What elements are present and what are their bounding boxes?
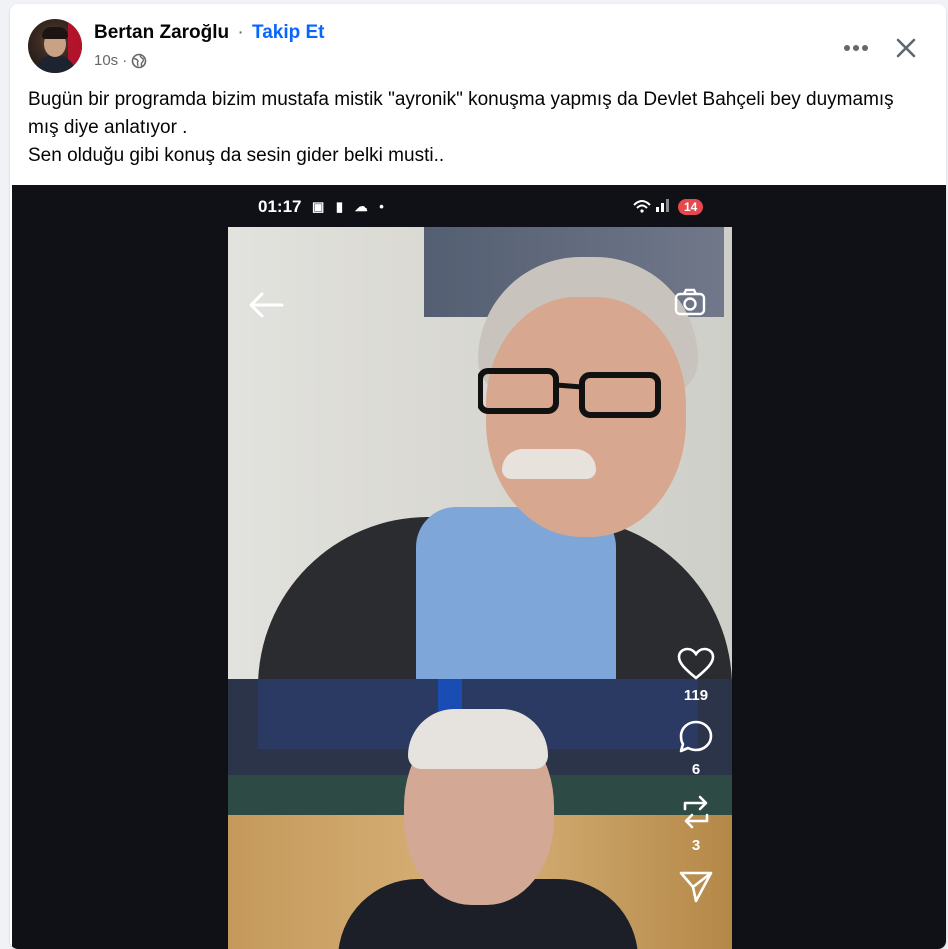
status-time: 01:17 xyxy=(258,197,302,216)
phone-status-bar: 01:17 ▣ ▮ ☁ • 14 xyxy=(228,185,732,227)
heart-icon[interactable] xyxy=(677,647,715,681)
repost-count: 3 xyxy=(691,837,701,854)
more-horizontal-icon xyxy=(844,45,868,51)
post-media[interactable]: 01:17 ▣ ▮ ☁ • 14 119 6 3 xyxy=(12,185,946,949)
camera-switch-icon[interactable] xyxy=(674,287,706,317)
post-time[interactable]: 10s xyxy=(94,52,118,69)
more-options-button[interactable] xyxy=(840,32,872,64)
phone-screenshot: 01:17 ▣ ▮ ☁ • 14 119 6 3 xyxy=(228,185,732,949)
close-button[interactable] xyxy=(888,30,924,66)
battery-badge: 14 xyxy=(678,199,704,215)
globe-icon[interactable] xyxy=(131,53,147,69)
like-count: 119 xyxy=(683,687,709,704)
status-icons: ▣ ▮ ☁ • xyxy=(312,199,388,214)
name-separator: · xyxy=(237,22,244,43)
video-top-frame xyxy=(228,227,732,679)
avatar[interactable] xyxy=(28,19,82,73)
follow-button[interactable]: Takip Et xyxy=(252,22,325,43)
avatar-hair xyxy=(42,27,68,39)
post-card: Bertan Zaroğlu · Takip Et 10s · Bugün bi… xyxy=(10,4,946,949)
person2-hair xyxy=(408,709,548,769)
signal-icon xyxy=(632,197,672,216)
post-meta: 10s · xyxy=(94,52,147,69)
author-row: Bertan Zaroğlu · Takip Et xyxy=(94,22,325,44)
person1-mustache xyxy=(502,449,596,479)
comment-icon[interactable] xyxy=(678,719,714,755)
post-text: Bugün bir programda bizim mustafa mistik… xyxy=(28,89,894,166)
person1-glasses xyxy=(478,368,661,418)
comment-count: 6 xyxy=(691,761,701,778)
back-arrow-icon[interactable] xyxy=(248,291,284,319)
video-bottom-frame xyxy=(228,679,732,949)
share-icon[interactable] xyxy=(678,869,714,903)
close-icon xyxy=(896,38,916,58)
author-name[interactable]: Bertan Zaroğlu xyxy=(94,22,229,43)
reel-actions: 119 6 3 xyxy=(668,647,724,903)
repost-icon[interactable] xyxy=(679,793,713,831)
time-separator: · xyxy=(122,52,128,69)
